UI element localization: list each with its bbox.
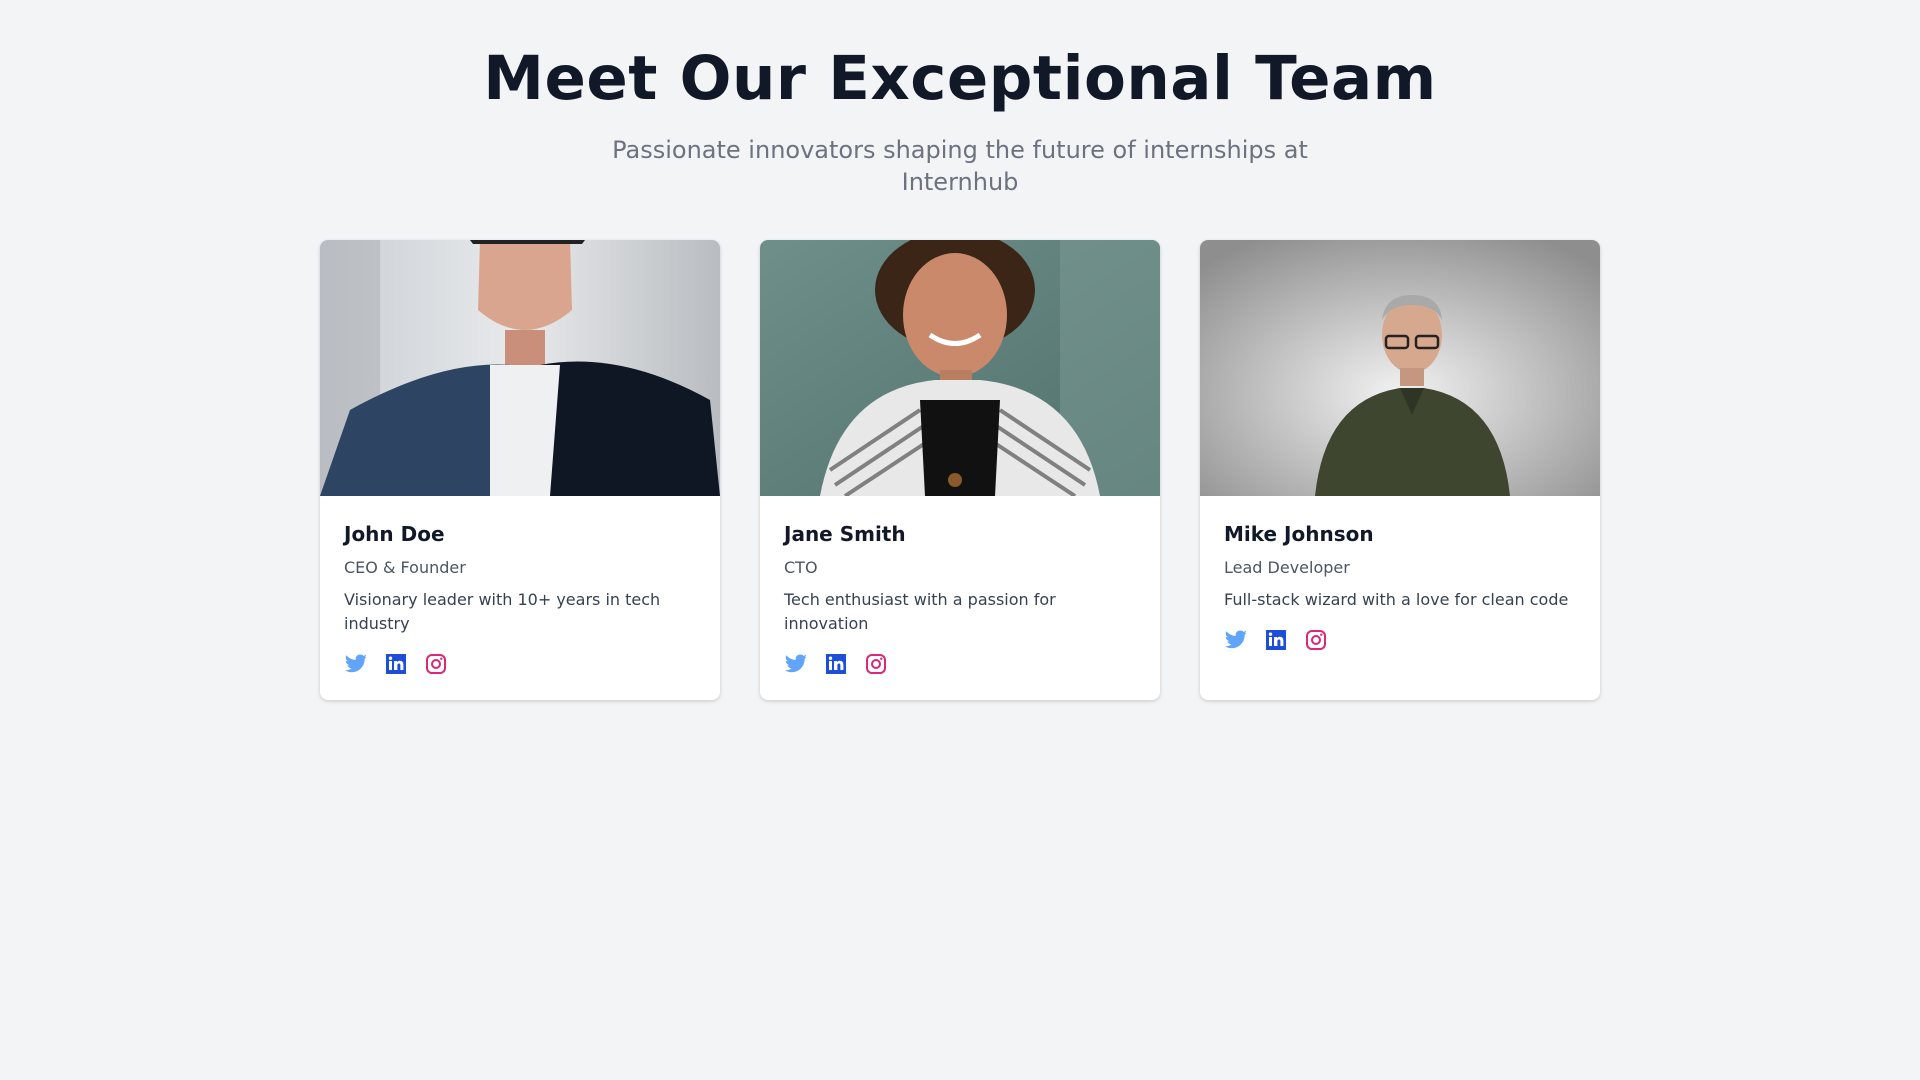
twitter-icon[interactable]	[784, 652, 808, 676]
team-grid: John Doe CEO & Founder Visionary leader …	[320, 240, 1600, 700]
card-body: Mike Johnson Lead Developer Full-stack w…	[1200, 496, 1600, 652]
social-links	[1224, 628, 1576, 652]
page-title: Meet Our Exceptional Team	[483, 43, 1437, 114]
member-name: Mike Johnson	[1224, 522, 1374, 546]
member-description: Full-stack wizard with a love for clean …	[1224, 590, 1569, 609]
twitter-icon[interactable]	[344, 652, 368, 676]
instagram-icon[interactable]	[424, 652, 448, 676]
member-photo	[320, 240, 720, 496]
instagram-icon[interactable]	[864, 652, 888, 676]
member-name: John Doe	[344, 522, 445, 546]
social-links	[344, 652, 696, 676]
member-role: Lead Developer	[1224, 558, 1350, 577]
member-description: Visionary leader with 10+ years in tech …	[344, 590, 661, 633]
card-body: Jane Smith CTO Tech enthusiast with a pa…	[760, 496, 1160, 676]
card-body: John Doe CEO & Founder Visionary leader …	[320, 496, 720, 676]
instagram-icon[interactable]	[1304, 628, 1328, 652]
member-role: CEO & Founder	[344, 558, 466, 577]
twitter-icon[interactable]	[1224, 628, 1248, 652]
member-role: CTO	[784, 558, 818, 577]
team-card-mike-johnson: Mike Johnson Lead Developer Full-stack w…	[1200, 240, 1600, 700]
member-description: Tech enthusiast with a passion for innov…	[784, 590, 1056, 633]
linkedin-icon[interactable]	[824, 652, 848, 676]
team-card-jane-smith: Jane Smith CTO Tech enthusiast with a pa…	[760, 240, 1160, 700]
linkedin-icon[interactable]	[1264, 628, 1288, 652]
linkedin-icon[interactable]	[384, 652, 408, 676]
member-photo	[760, 240, 1160, 496]
team-card-john-doe: John Doe CEO & Founder Visionary leader …	[320, 240, 720, 700]
page-subtitle: Passionate innovators shaping the future…	[612, 136, 1308, 196]
team-page: Meet Our Exceptional Team Passionate inn…	[0, 0, 1920, 1080]
member-photo	[1200, 240, 1600, 496]
social-links	[784, 652, 1136, 676]
member-name: Jane Smith	[784, 522, 906, 546]
page-header: Meet Our Exceptional Team Passionate inn…	[0, 0, 1920, 198]
